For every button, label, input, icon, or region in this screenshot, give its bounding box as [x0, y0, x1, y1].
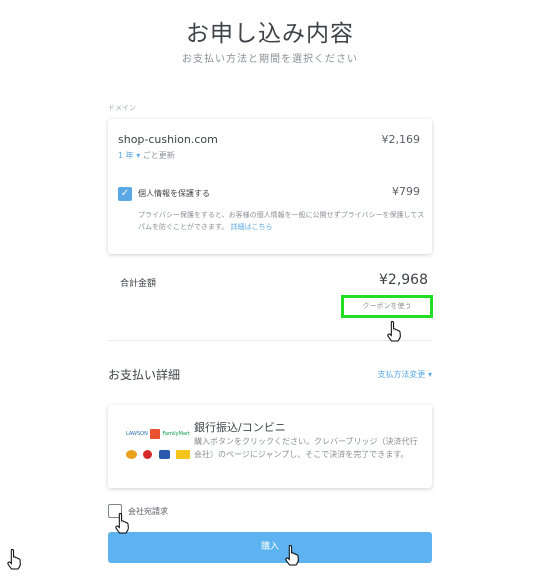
domain-price: ¥2,169 [381, 133, 421, 146]
hand-cursor-icon [7, 548, 21, 570]
privacy-checkbox[interactable]: ✓ [118, 187, 132, 201]
familymart-logo: FamilyMart [162, 431, 190, 437]
ministop-logo [126, 449, 137, 459]
privacy-description: プライバシー保護をすると、お客様の個人情報を一般に公開せずプライバシーを保護して… [138, 209, 426, 233]
seven-eleven-logo [150, 429, 161, 439]
page-title: お申し込み内容 [186, 21, 354, 47]
total-price: ¥2,968 [379, 272, 428, 288]
chevron-down-icon[interactable]: ▾ [136, 151, 140, 160]
page-subtitle: お支払い方法と期間を選択ください [182, 54, 358, 65]
privacy-description-text: プライバシー保護をすると、お客様の個人情報を一般に公開せずプライバシーを保護して… [138, 211, 425, 231]
hand-cursor-icon [285, 544, 299, 566]
circle-k-logo [143, 449, 153, 459]
total-label: 合計金額 [120, 279, 157, 289]
privacy-label: 個人情報を保護する [138, 189, 210, 198]
check-icon: ✓ [120, 188, 130, 199]
privacy-price: ¥799 [392, 185, 420, 198]
divider [108, 340, 432, 341]
hand-cursor-icon [387, 320, 401, 342]
term-selector[interactable]: 1 年 ▾ ごと更新 [118, 150, 175, 161]
payment-method-description: 購入ボタンをクリックください。クレバーブリッジ（決済代行会社）のページにジャンプ… [194, 437, 418, 459]
payment-method-card[interactable]: LAWSON FamilyMart 銀行振込/コンビニ 購入ボタンをクリックくだ… [108, 405, 432, 488]
payment-method-title: 銀行振込/コンビニ [194, 421, 286, 434]
corporate-invoice-label: 会社宛請求 [128, 507, 168, 516]
hand-cursor-icon [115, 512, 129, 534]
coupon-link[interactable]: クーポンを使う [341, 295, 433, 318]
lawson-logo: LAWSON [126, 431, 148, 437]
domain-name: shop-cushion.com [118, 133, 218, 146]
domain-card: shop-cushion.com ¥2,169 1 年 ▾ ごと更新 ✓ 個人情… [108, 119, 432, 254]
payment-title: お支払い詳細 [108, 368, 181, 382]
privacy-details-link[interactable]: 詳細はこちら [231, 223, 273, 231]
seicomart-logo [158, 449, 170, 459]
buy-button[interactable]: 購入 [108, 532, 432, 563]
daily-yamazaki-logo [175, 449, 190, 459]
term-suffix: ごと更新 [142, 151, 175, 160]
convenience-store-logos: LAWSON FamilyMart [126, 427, 190, 467]
change-payment-link[interactable]: 支払方法変更 ▾ [377, 369, 432, 380]
domain-section-label: ドメイン [108, 104, 136, 112]
term-value[interactable]: 1 年 [118, 151, 134, 160]
